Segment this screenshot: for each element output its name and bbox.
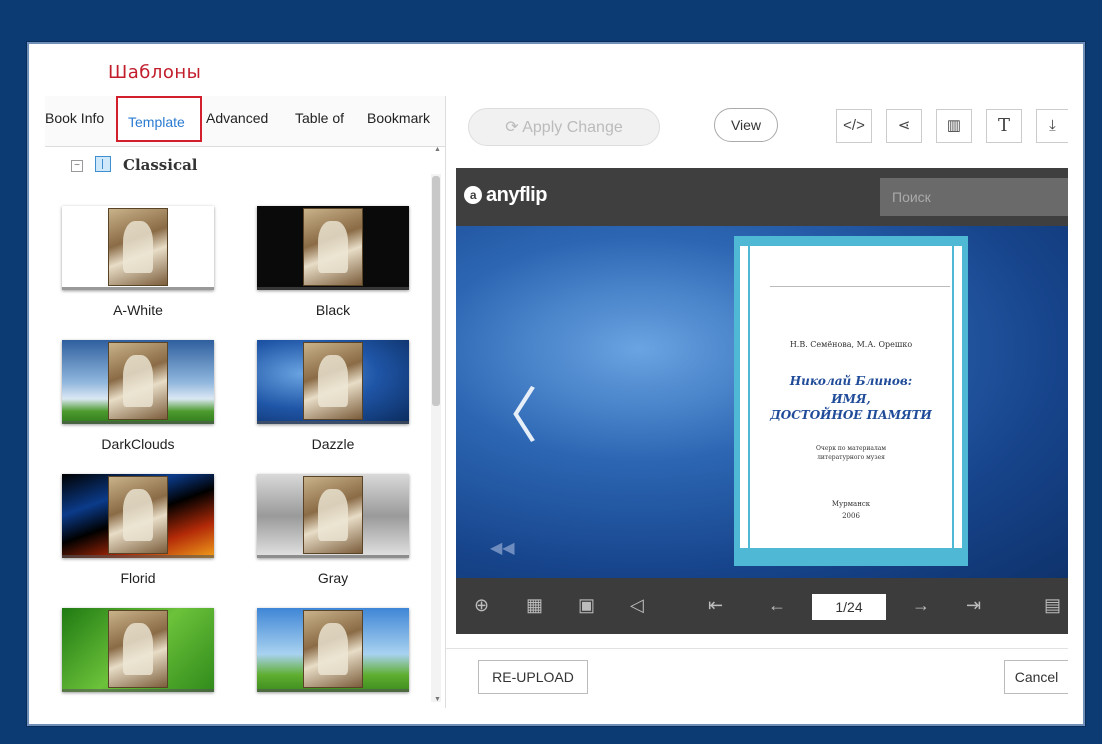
tab-bar: Book Info Template Advanced Table of Boo… [45,96,445,147]
book-cover-image [303,476,363,554]
template-panel: Book Info Template Advanced Table of Boo… [45,96,446,708]
book-page: Н.В. Семёнова, М.А. Орешко Николай Блино… [734,236,968,566]
book-authors: Н.В. Семёнова, М.А. Орешко [789,340,913,349]
book-cover-image [303,610,363,688]
first-page-icon[interactable]: ⇤ [708,595,723,616]
book-title-1: Николай Блинов: [789,374,913,388]
page-bottom-band [740,548,962,566]
template-thumb-black[interactable] [257,206,409,290]
autoplay-icon[interactable]: ▣ [578,595,595,616]
book-cover-image [303,208,363,286]
logo-icon: a [464,186,482,204]
apply-change-button[interactable]: ⟳ Apply Change [468,108,660,146]
template-thumb-darkclouds[interactable] [62,340,214,424]
anyflip-logo: a anyflip [464,184,547,207]
template-label: Gray [317,570,349,586]
tree-group-classical[interactable]: − Classical [45,148,433,182]
template-thumb-gray[interactable] [257,474,409,558]
book-cover-image [108,476,168,554]
template-label: Florid [120,570,156,586]
book-title-2: ИМЯ, [831,392,871,406]
book-title-3: ДОСТОЙНОЕ ПАМЯТИ [770,408,932,422]
refresh-icon: ⟳ [505,119,523,136]
tab-advanced[interactable]: Advanced [206,110,268,126]
rewind-icon[interactable]: ◀◀ [490,538,515,558]
cancel-button[interactable]: Cancel [1004,660,1068,694]
book-cover-image [303,342,363,420]
book-subtitle: Очерк по материалам литературного музея [815,445,887,461]
page-number-input[interactable]: 1/24 [812,594,886,620]
download-icon[interactable]: ⤓ [1036,109,1068,143]
book-cover-image [108,208,168,286]
template-label: A-White [113,302,163,318]
thumb-bar [62,555,214,558]
template-thumb-a-white[interactable] [62,206,214,290]
thumb-bar [62,689,214,692]
zoom-in-icon[interactable]: ⊕ [474,595,489,616]
thumb-bar [62,287,214,290]
scrollbar-thumb[interactable] [432,176,440,406]
scrollbar[interactable] [431,174,441,702]
sound-icon[interactable]: ◁ [630,595,644,616]
viewer-search-input[interactable]: Поиск [880,178,1068,216]
page-header-logo [770,258,950,287]
preview-panel: ⟳ Apply Change View </> ⋖ ▥ T ⤓ a anyflip… [446,96,1068,708]
flipbook-preview: a anyflip Поиск 〈 ◀◀ Н.В. Семёнова, М.А. … [456,168,1068,634]
share-icon[interactable]: ⋖ [886,109,922,143]
book-city: Мурманск [831,500,871,508]
collapse-icon[interactable]: − [71,160,83,172]
viewer-stage: 〈 ◀◀ Н.В. Семёнова, М.А. Орешко Николай … [456,226,1068,578]
tab-template-label: Template [128,114,185,130]
reupload-button[interactable]: RE-UPLOAD [478,660,588,694]
thumb-bar [257,287,409,290]
template-thumb-green[interactable] [62,608,214,692]
code-icon[interactable]: </> [836,109,872,143]
tree-group-label: Classical [123,156,198,174]
template-label: Dazzle [311,436,355,452]
template-thumb-dazzle[interactable] [257,340,409,424]
tab-book-info[interactable]: Book Info [45,110,104,126]
view-button[interactable]: View [714,108,778,142]
thumbnails-icon[interactable]: ▦ [526,595,543,616]
annotation-label: Шаблоны [108,62,202,83]
template-thumb-florid[interactable] [62,474,214,558]
viewer-toolbar: ⊕ ▦ ▣ ◁ ⇤ ← 1/24 → ⇥ ▤ [456,578,1068,634]
scroll-down-icon[interactable]: ▼ [434,696,441,703]
template-label: Black [315,302,351,318]
tab-bookmark[interactable]: Bookmark [367,110,430,126]
prev-page-icon[interactable]: 〈 [478,368,538,455]
apply-change-label: Apply Change [522,119,623,136]
template-label: DarkClouds [101,436,175,452]
thumb-bar [257,689,409,692]
book-icon [95,156,111,172]
viewer-header: a anyflip Поиск [456,168,1068,226]
last-page-icon[interactable]: ⇥ [966,595,981,616]
layout-icon[interactable]: ▥ [936,109,972,143]
next-page-icon[interactable]: → [912,595,930,616]
tab-table-of-contents[interactable]: Table of [295,110,344,126]
thumb-bar [62,421,214,424]
divider [446,648,1068,649]
page-top-band [740,236,962,246]
book-year: 2006 [842,512,860,520]
thumb-bar [257,555,409,558]
text-icon[interactable]: T [986,109,1022,143]
book-cover-image [108,342,168,420]
book-cover-image [108,610,168,688]
scroll-up-icon[interactable]: ▲ [434,146,441,153]
more-icon[interactable]: ▤ [1044,595,1061,616]
thumb-bar [257,421,409,424]
prev-page-button-icon[interactable]: ← [768,595,786,616]
tab-template[interactable]: Template [116,96,202,142]
template-thumb-landscape[interactable] [257,608,409,692]
logo-text: anyflip [486,184,547,206]
